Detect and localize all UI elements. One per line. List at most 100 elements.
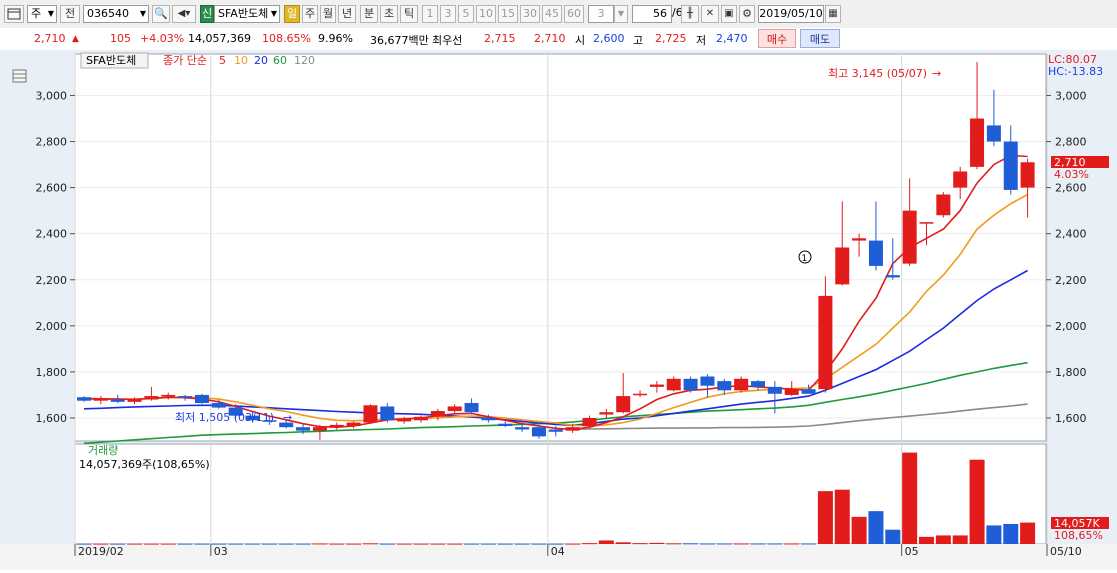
candle-body (296, 427, 311, 431)
interval-60[interactable]: 60 (564, 5, 584, 23)
stock-code-input[interactable]: 036540 ▼ (83, 5, 149, 23)
tab-year[interactable]: 년 (338, 5, 356, 23)
tab-day[interactable]: 일 (284, 5, 300, 23)
candle-body (936, 194, 951, 216)
volume-bar (598, 540, 614, 544)
volume-bar (817, 491, 833, 544)
interval-10[interactable]: 10 (476, 5, 496, 23)
interval-input[interactable]: 3 (588, 5, 614, 23)
candle-body (616, 396, 631, 413)
candle-body (1003, 141, 1018, 190)
tab-minute[interactable]: 분 (360, 5, 378, 23)
calendar-icon[interactable]: ▦ (825, 5, 841, 23)
chart-toolbar: 주 ▼ 전 036540 ▼ 🔍 ◀▾ 신 SFA반도체 ▼ 일 주 월 년 분 초 … (0, 0, 1117, 29)
gear-icon[interactable]: ⚙ (739, 5, 755, 23)
price-summary-bar: 2,710 ▲ 105 +4.03% 14,057,369 108.65% 9.… (0, 28, 1117, 51)
candle-body (953, 171, 968, 188)
high-arrow-icon: → (932, 67, 941, 80)
volume-bar (464, 543, 480, 545)
tab-week[interactable]: 주 (302, 5, 318, 23)
tab-month[interactable]: 월 (320, 5, 336, 23)
candle-body (110, 399, 125, 402)
stock-chart[interactable]: 3,000 2,800 2,600 2,400 2,200 2,000 1,800 1,600… (0, 50, 1117, 570)
candle-body (515, 427, 530, 430)
legend-main: 종가 단순 (163, 54, 207, 67)
candle-body (194, 394, 209, 403)
candle-body (734, 378, 749, 391)
y-tick-label-right: 3,000 (1055, 89, 1087, 102)
layout-icon[interactable] (4, 5, 24, 23)
interval-3[interactable]: 3 (440, 5, 456, 23)
candle-body (599, 412, 614, 415)
candle-body (683, 378, 698, 391)
tab-tick[interactable]: 틱 (400, 5, 418, 23)
y-tick-label-right: 1,600 (1055, 412, 1087, 425)
legend-ma5: 5 (219, 54, 226, 67)
ask-price: 2,715 (484, 32, 516, 45)
volume-ratio: 108.65% (262, 32, 311, 45)
candle-body (144, 396, 159, 400)
chevron-down-icon: ▼ (270, 9, 277, 18)
candle-body (717, 381, 732, 391)
search-icon[interactable]: 🔍 (152, 5, 170, 23)
table-icon[interactable] (12, 69, 27, 83)
candle-body (531, 427, 546, 437)
tab-second[interactable]: 초 (380, 5, 398, 23)
candle-body (902, 210, 917, 264)
interval-30[interactable]: 30 (520, 5, 540, 23)
volume-bar (1020, 522, 1036, 544)
volume-bar (312, 543, 328, 545)
interval-15[interactable]: 15 (498, 5, 518, 23)
candle-body (548, 429, 563, 432)
volume-bar (834, 489, 850, 544)
candle-icon[interactable]: ╫ (681, 5, 699, 23)
bid-price: 2,710 (534, 32, 566, 45)
y-tick-label-right: 2,200 (1055, 274, 1087, 287)
interval-5[interactable]: 5 (458, 5, 474, 23)
candle-body (312, 427, 327, 431)
high-label: 고 (633, 34, 644, 47)
volume-bar (969, 459, 985, 544)
sell-button[interactable]: 매도 (800, 29, 840, 48)
volume-bar (699, 543, 715, 545)
candle-body (801, 389, 816, 394)
volume-bar (565, 543, 581, 545)
save-icon[interactable]: ▣ (721, 5, 737, 23)
candle-body (363, 405, 378, 423)
volume-bar (261, 543, 277, 545)
volume-bar (582, 543, 597, 545)
candle-body (852, 238, 867, 241)
buy-button[interactable]: 매수 (758, 29, 796, 48)
count-input[interactable]: 56 (632, 5, 672, 23)
interval-1[interactable]: 1 (422, 5, 438, 23)
candle-body (649, 384, 664, 387)
y-tick-label: 2,000 (36, 320, 68, 333)
stock-name-field[interactable]: SFA반도체 ▼ (214, 5, 280, 23)
volume-bar (127, 543, 143, 545)
volume-bar (245, 543, 260, 545)
volume-bar (868, 511, 884, 544)
interval-chevron-down-icon[interactable]: ▼ (614, 5, 628, 23)
volume-bar (733, 543, 749, 545)
crosshair-icon[interactable]: ✕ (701, 5, 719, 23)
candle-body (430, 411, 445, 417)
candle-body (464, 402, 479, 413)
candle-body (1020, 162, 1035, 188)
interval-45[interactable]: 45 (542, 5, 562, 23)
volume-bar (379, 543, 395, 545)
volume-bar (430, 543, 446, 545)
candle-body (970, 118, 985, 167)
candle-body (818, 295, 833, 390)
prev-button[interactable]: 전 (60, 5, 80, 23)
volume-bar (160, 543, 176, 545)
candle-body (380, 406, 395, 421)
volume-bar (295, 543, 311, 545)
speaker-icon[interactable]: ◀▾ (172, 5, 196, 23)
high-annotation: 최고 3,145 (05/07) (828, 67, 927, 80)
volume-bar (278, 543, 294, 545)
date-input[interactable]: 2019/05/10 (758, 5, 824, 23)
period-combo[interactable]: 주 ▼ (27, 5, 57, 23)
volume-bar (615, 542, 631, 544)
y-tick-label: 1,800 (36, 366, 68, 379)
chevron-down-icon: ▼ (47, 9, 54, 18)
